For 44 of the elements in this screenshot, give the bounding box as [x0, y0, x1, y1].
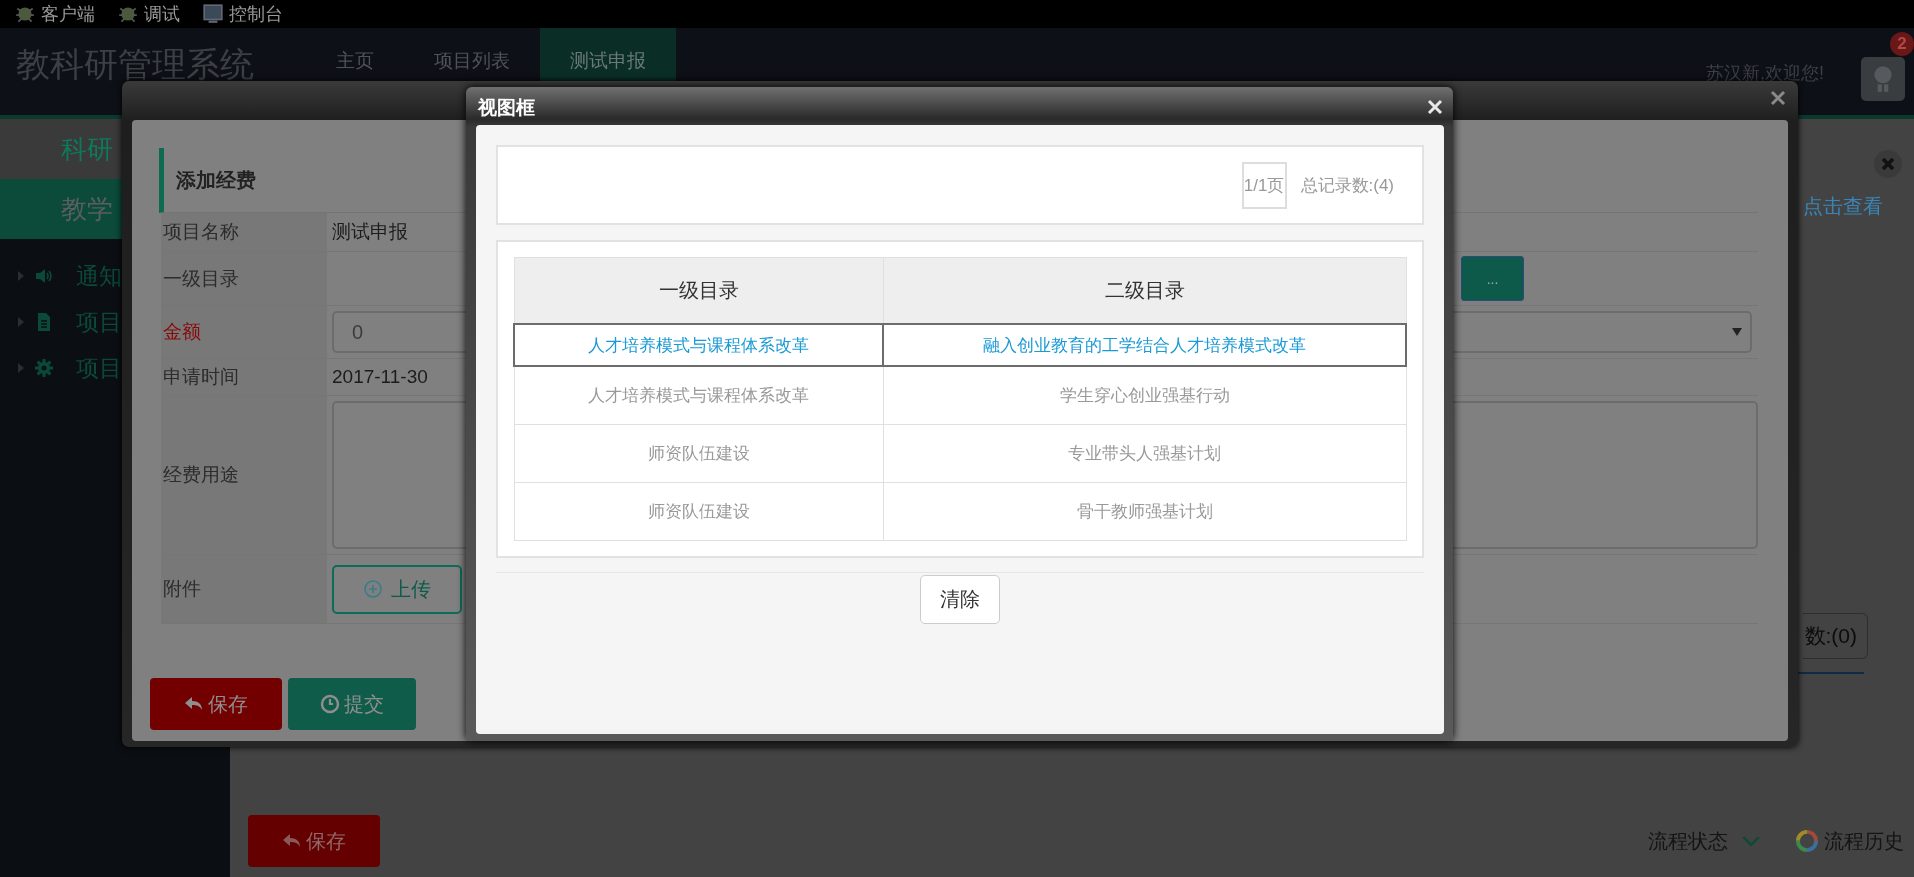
table-cell[interactable]: 师资队伍建设 [514, 424, 883, 483]
total-records: 总记录数:(4) [1300, 174, 1394, 197]
monitor-icon [202, 3, 224, 25]
table-cell[interactable]: 人才培养模式与课程体系改革 [514, 366, 883, 425]
record-count: 数:(0) [1802, 613, 1868, 659]
field-value: 测试申报 [332, 220, 408, 244]
save-button[interactable]: 保存 [248, 815, 380, 867]
dialog-title: 视图框 [478, 96, 535, 120]
chevron-down-icon [1742, 835, 1760, 847]
clock-icon [320, 694, 340, 714]
field-value: 2017-11-30 [332, 366, 428, 388]
save-button[interactable]: 保存 [150, 678, 282, 730]
page-indicator: 1/1页 [1241, 161, 1287, 209]
close-icon[interactable] [1770, 90, 1786, 106]
field-label: 附件 [163, 577, 201, 601]
table-cell[interactable]: 人才培养模式与课程体系改革 [514, 324, 883, 366]
table-cell[interactable]: 师资队伍建设 [514, 482, 883, 541]
table-cell[interactable]: 融入创业教育的工学结合人才培养模式改革 [883, 324, 1406, 366]
speaker-icon [34, 266, 54, 286]
field-label: 申请时间 [163, 365, 239, 389]
table-cell[interactable]: 专业带头人强基计划 [883, 424, 1406, 483]
submit-button[interactable]: 提交 [288, 678, 416, 730]
toolbar-button[interactable]: 调试 [117, 2, 180, 26]
browse-button[interactable]: ... [1461, 256, 1524, 301]
field-label: 经费用途 [163, 463, 239, 487]
upload-button[interactable]: 上传 [332, 564, 462, 614]
field-label: 一级目录 [163, 266, 239, 291]
caret-icon [18, 363, 24, 373]
field-label: 金额 [163, 320, 201, 344]
clear-button[interactable]: 清除 [920, 575, 1000, 624]
plus-circle-icon [363, 579, 383, 599]
table-cell[interactable]: 学生穿心创业强基行动 [883, 366, 1406, 425]
view-link[interactable]: 点击查看 [1803, 193, 1883, 220]
column-header: 一级目录 [514, 257, 883, 324]
gear-icon [34, 358, 54, 378]
caret-icon [18, 271, 24, 281]
caret-icon [1732, 328, 1742, 336]
caret-icon [18, 317, 24, 327]
table-cell[interactable]: 骨干教师强基计划 [883, 482, 1406, 541]
toolbar-button[interactable]: 控制台 [202, 2, 283, 26]
toolbar-button[interactable]: 客户端 [14, 2, 95, 26]
notification-badge: 2 [1890, 32, 1914, 56]
ring-icon [1794, 828, 1820, 854]
column-header: 二级目录 [883, 257, 1406, 324]
